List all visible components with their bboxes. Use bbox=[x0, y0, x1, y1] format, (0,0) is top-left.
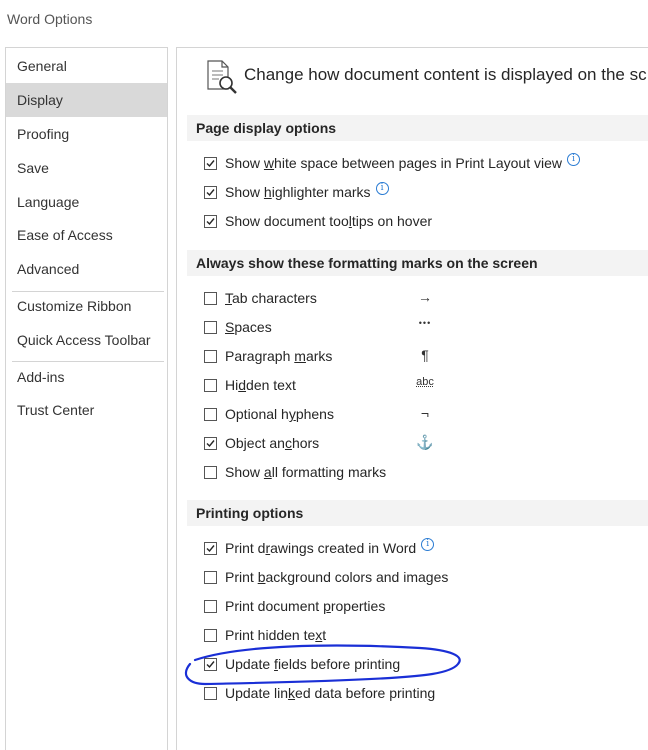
option-row[interactable]: Print document properties bbox=[204, 596, 385, 616]
sidebar-item-display[interactable]: Display bbox=[6, 83, 167, 117]
section-header-formatting-marks: Always show these formatting marks on th… bbox=[187, 250, 648, 276]
section-title: Printing options bbox=[196, 505, 304, 521]
option-label: Show white space between pages in Print … bbox=[225, 155, 563, 171]
sidebar-item-general[interactable]: General bbox=[6, 49, 167, 83]
option-label: Show highlighter marks bbox=[225, 184, 371, 200]
document-search-icon bbox=[207, 60, 237, 94]
checkbox-unchecked[interactable] bbox=[204, 628, 217, 642]
checkbox-checked[interactable] bbox=[204, 657, 217, 671]
section-title: Always show these formatting marks on th… bbox=[196, 255, 538, 271]
option-label: Print drawings created in Word bbox=[225, 540, 417, 556]
checkbox-unchecked[interactable] bbox=[204, 599, 217, 613]
section-header-printing: Printing options bbox=[187, 500, 648, 526]
checkbox-checked[interactable] bbox=[204, 214, 217, 228]
checkbox-unchecked[interactable] bbox=[204, 570, 217, 584]
option-row[interactable]: Show document tooltips on hover bbox=[204, 211, 432, 231]
formatting-mark-symbol-icon: ••• bbox=[418, 318, 432, 328]
option-row[interactable]: Optional hyphens bbox=[204, 404, 334, 424]
sidebar-item-trust-center[interactable]: Trust Center bbox=[6, 393, 167, 427]
option-label: Print background colors and images bbox=[225, 569, 449, 585]
option-label: Optional hyphens bbox=[225, 406, 334, 422]
option-label: Hidden text bbox=[225, 377, 296, 393]
info-icon[interactable]: i bbox=[567, 152, 581, 166]
option-label: Update linked data before printing bbox=[225, 685, 436, 701]
section-title: Page display options bbox=[196, 120, 337, 136]
checkbox-unchecked[interactable] bbox=[204, 291, 217, 305]
sidebar-item-quick-access-toolbar[interactable]: Quick Access Toolbar bbox=[6, 323, 167, 357]
formatting-mark-symbol-icon: → bbox=[418, 289, 432, 305]
formatting-mark-symbol-icon: ¬ bbox=[420, 405, 430, 421]
info-icon[interactable]: i bbox=[421, 537, 435, 551]
checkbox-checked[interactable] bbox=[204, 541, 217, 555]
sidebar-item-save[interactable]: Save bbox=[6, 151, 167, 185]
options-panel: Change how document content is displayed… bbox=[176, 47, 648, 750]
checkbox-unchecked[interactable] bbox=[204, 686, 217, 700]
option-label: Tab characters bbox=[225, 290, 317, 306]
checkbox-checked[interactable] bbox=[204, 436, 217, 450]
option-label: Print document properties bbox=[225, 598, 386, 614]
checkbox-checked[interactable] bbox=[204, 156, 217, 170]
option-label: Print hidden text bbox=[225, 627, 327, 643]
option-row[interactable]: Tab characters bbox=[204, 288, 317, 308]
checkbox-unchecked[interactable] bbox=[204, 465, 217, 479]
sidebar-item-add-ins[interactable]: Add-ins bbox=[6, 360, 167, 394]
option-row[interactable]: Update linked data before printing bbox=[204, 683, 435, 703]
option-label: Show all formatting marks bbox=[225, 464, 387, 480]
option-label: Show document tooltips on hover bbox=[225, 213, 433, 229]
option-row[interactable]: Print hidden text bbox=[204, 625, 326, 645]
option-row[interactable]: Spaces bbox=[204, 317, 272, 337]
info-icon[interactable]: i bbox=[375, 181, 389, 195]
formatting-mark-symbol-icon: abc bbox=[416, 376, 434, 388]
option-row[interactable]: Paragraph marks bbox=[204, 346, 332, 366]
option-row[interactable]: Print drawings created in Word i bbox=[204, 537, 435, 558]
title-bar: Word Options bbox=[0, 0, 648, 40]
checkbox-unchecked[interactable] bbox=[204, 378, 217, 392]
sidebar-item-proofing[interactable]: Proofing bbox=[6, 117, 167, 151]
option-row[interactable]: Show highlighter marks i bbox=[204, 181, 389, 202]
checkbox-unchecked[interactable] bbox=[204, 320, 217, 334]
sidebar-item-language[interactable]: Language bbox=[6, 185, 167, 219]
option-label: Paragraph marks bbox=[225, 348, 333, 364]
section-header-page-display: Page display options bbox=[187, 115, 648, 141]
option-row[interactable]: Hidden text bbox=[204, 375, 296, 395]
option-label: Update fields before printing bbox=[225, 656, 401, 672]
formatting-mark-symbol-icon: ¶ bbox=[421, 347, 429, 363]
option-row[interactable]: Object anchors bbox=[204, 433, 319, 453]
sidebar-item-ease-of-access[interactable]: Ease of Access bbox=[6, 218, 167, 252]
sidebar-item-customize-ribbon[interactable]: Customize Ribbon bbox=[6, 289, 167, 323]
window-title: Word Options bbox=[7, 11, 93, 27]
option-row[interactable]: Print background colors and images bbox=[204, 567, 448, 587]
sidebar: General Display Proofing Save Language E… bbox=[5, 47, 168, 750]
option-label: Spaces bbox=[225, 319, 272, 335]
page-header: Change how document content is displayed… bbox=[244, 65, 647, 84]
formatting-mark-symbol-icon: ⚓ bbox=[416, 434, 434, 450]
checkbox-unchecked[interactable] bbox=[204, 349, 217, 363]
checkbox-checked[interactable] bbox=[204, 185, 217, 199]
sidebar-item-advanced[interactable]: Advanced bbox=[6, 252, 167, 286]
checkbox-unchecked[interactable] bbox=[204, 407, 217, 421]
option-row[interactable]: Show white space between pages in Print … bbox=[204, 152, 581, 173]
option-label: Object anchors bbox=[225, 435, 320, 451]
option-row[interactable]: Update fields before printing bbox=[204, 654, 400, 674]
option-row[interactable]: Show all formatting marks bbox=[204, 462, 386, 482]
